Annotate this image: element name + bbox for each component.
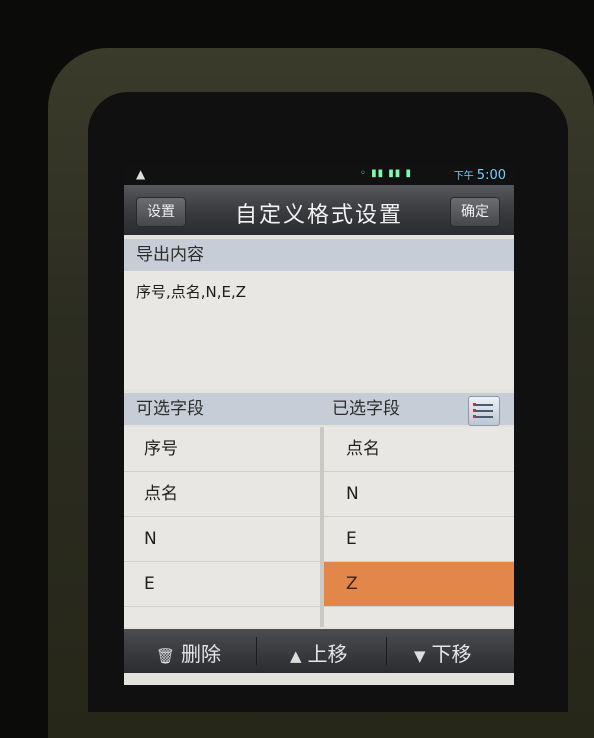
phone-screen: ▲ ◦ ▮▮ ▮▮ ▮ 下午 5:00 设置 自定义格式设置 确定 导出内容 序号… — [124, 165, 514, 685]
selected-field-item[interactable]: E — [324, 517, 514, 562]
move-down-label: 下移 — [431, 642, 472, 666]
available-field-item[interactable]: N — [124, 517, 320, 562]
bottom-divider — [386, 637, 387, 665]
signal-icons: ◦ ▮▮ ▮▮ ▮ — [360, 168, 412, 179]
delete-button[interactable]: 🗑 删除 — [156, 638, 221, 667]
delete-label: 删除 — [181, 642, 222, 666]
move-up-label: 上移 — [307, 642, 348, 666]
status-bar: ▲ ◦ ▮▮ ▮▮ ▮ 下午 5:00 — [124, 165, 514, 185]
clock-time: 5:00 — [476, 168, 506, 183]
available-fields-header: 可选字段 — [136, 399, 204, 419]
available-field-item[interactable]: 点名 — [124, 472, 320, 517]
available-fields-list: 序号 点名 N E — [124, 427, 320, 627]
triangle-up-icon: ▲ — [290, 647, 302, 665]
available-field-item[interactable]: E — [124, 562, 320, 607]
triangle-down-icon: ▼ — [414, 647, 426, 665]
fields-header: 可选字段 已选字段 — [124, 393, 514, 426]
selected-field-item[interactable]: N — [324, 472, 514, 517]
warning-icon: ▲ — [136, 167, 146, 181]
status-clock: 下午 5:00 — [454, 167, 506, 183]
export-content-text: 序号,点名,N,E,Z — [124, 271, 514, 389]
trash-icon: 🗑 — [156, 647, 176, 665]
selected-fields-header: 已选字段 — [332, 399, 400, 419]
confirm-button[interactable]: 确定 — [450, 197, 500, 227]
bottom-divider — [256, 637, 257, 665]
selected-fields-list: 点名 N E Z — [324, 427, 514, 627]
selected-field-item[interactable]: 点名 — [324, 427, 514, 472]
available-field-item[interactable]: 序号 — [124, 427, 320, 472]
selected-field-item[interactable]: Z — [324, 562, 514, 607]
move-down-button[interactable]: ▼ 下移 — [414, 638, 472, 667]
move-up-button[interactable]: ▲ 上移 — [290, 638, 348, 667]
clock-ampm: 下午 — [453, 171, 474, 182]
export-content-header: 导出内容 — [124, 239, 514, 271]
title-bar: 设置 自定义格式设置 确定 — [124, 185, 514, 235]
list-options-icon[interactable] — [468, 396, 500, 426]
bottom-action-bar: 🗑 删除 ▲ 上移 ▼ 下移 — [124, 629, 514, 673]
